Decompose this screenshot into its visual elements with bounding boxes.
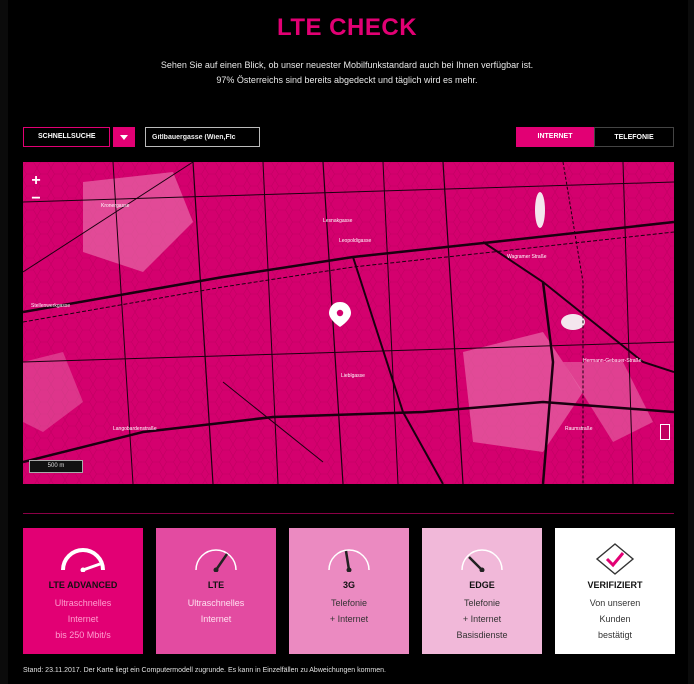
coverage-map[interactable]: Kronergasse Lesnakgasse Leopoldigasse Wa… bbox=[23, 162, 674, 484]
street-label: Leopoldigasse bbox=[339, 238, 371, 244]
street-label: Lesnakgasse bbox=[323, 218, 353, 224]
quick-search-button[interactable]: SCHNELLSUCHE bbox=[23, 127, 110, 147]
subtitle-line-2: 97% Österreichs sind bereits abgedeckt u… bbox=[216, 75, 478, 85]
legend-title: EDGE bbox=[469, 580, 495, 590]
footer-note: Stand: 23.11.2017. Der Karte liegt ein C… bbox=[23, 667, 386, 674]
legend-card-verified: VERIFIZIERT Von unseren Kunden bestätigt bbox=[555, 528, 675, 654]
page-title: LTE CHECK bbox=[276, 14, 418, 41]
speed-gauge-icon bbox=[328, 549, 370, 572]
legend-line: Telefonie bbox=[463, 598, 501, 608]
legend-title: LTE ADVANCED bbox=[48, 580, 118, 590]
legend-card-3g: 3G Telefonie + Internet bbox=[289, 528, 409, 654]
water-area bbox=[535, 192, 545, 228]
chevron-down-icon bbox=[120, 134, 128, 140]
speed-gauge-icon bbox=[195, 549, 237, 572]
legend-line: Kunden bbox=[599, 614, 631, 624]
tab-internet[interactable]: INTERNET bbox=[516, 127, 594, 147]
legend-card-edge: EDGE Telefonie + Internet Basisdienste bbox=[422, 528, 542, 654]
map-side-button[interactable] bbox=[660, 424, 670, 440]
zoom-controls: + − bbox=[29, 172, 43, 208]
legend-title: 3G bbox=[342, 580, 355, 590]
legend-line: bestätigt bbox=[597, 630, 633, 640]
legend-card-lte: LTE Ultraschnelles Internet bbox=[156, 528, 276, 654]
legend-line: + Internet bbox=[329, 614, 369, 624]
water-area bbox=[561, 314, 585, 330]
street-label: Raumstraße bbox=[565, 426, 593, 432]
legend-line: Internet bbox=[67, 614, 99, 624]
zoom-out-button[interactable]: − bbox=[29, 190, 43, 208]
street-label: Lieblgasse bbox=[341, 373, 365, 379]
speed-gauge-icon bbox=[461, 549, 503, 572]
map-scale-bar: 500 m bbox=[29, 460, 83, 473]
map-canvas[interactable]: Kronergasse Lesnakgasse Leopoldigasse Wa… bbox=[23, 162, 674, 484]
street-label: Kronergasse bbox=[101, 203, 130, 209]
legend-line: Internet bbox=[200, 614, 232, 624]
legend-line: Von unseren bbox=[589, 598, 641, 608]
divider bbox=[23, 513, 674, 514]
legend-card-lte-advanced: LTE ADVANCED Ultraschnelles Internet bis… bbox=[23, 528, 143, 654]
legend-line: + Internet bbox=[462, 614, 502, 624]
legend-line: Ultraschnelles bbox=[187, 598, 245, 608]
search-controls: SCHNELLSUCHE INTERNET TELEFONIE bbox=[23, 127, 674, 147]
legend-line: bis 250 Mbit/s bbox=[55, 630, 111, 640]
address-search-input[interactable] bbox=[145, 127, 260, 147]
legend-title: VERIFIZIERT bbox=[587, 580, 643, 590]
legend-line: Basisdienste bbox=[456, 630, 508, 640]
subtitle-line-1: Sehen Sie auf einen Blick, ob unser neue… bbox=[160, 60, 534, 70]
legend-line: Telefonie bbox=[330, 598, 368, 608]
zoom-in-button[interactable]: + bbox=[29, 172, 43, 190]
legend-cards: LTE ADVANCED Ultraschnelles Internet bis… bbox=[23, 528, 675, 654]
legend-line: Ultraschnelles bbox=[54, 598, 112, 608]
verified-check-icon bbox=[595, 543, 635, 575]
tab-telefonie[interactable]: TELEFONIE bbox=[594, 127, 674, 147]
legend-title: LTE bbox=[207, 580, 225, 590]
street-label: Stellenwerkgasse bbox=[31, 303, 70, 309]
street-label: Hermann-Gebauer-Straße bbox=[583, 358, 642, 364]
speed-gauge-icon bbox=[61, 548, 105, 572]
street-label: Langobardenstraße bbox=[113, 426, 157, 432]
street-label: Wagramer Straße bbox=[507, 254, 547, 260]
quick-search-dropdown-button[interactable] bbox=[113, 127, 135, 147]
